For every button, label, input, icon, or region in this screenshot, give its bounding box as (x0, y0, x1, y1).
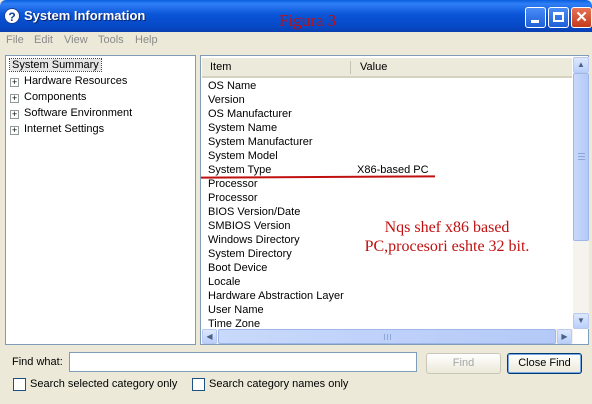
title-bar[interactable]: ? System Information Figura 3 ✕ (0, 0, 592, 32)
table-row[interactable]: User Name (208, 303, 568, 317)
scroll-down-button[interactable]: ▼ (573, 313, 589, 329)
search-category-names-checkbox[interactable]: Search category names only (192, 377, 352, 391)
menu-tools[interactable]: Tools (98, 34, 124, 46)
cell-item: System Model (208, 150, 278, 162)
table-row[interactable]: System Name (208, 121, 568, 135)
cell-item: System Manufacturer (208, 136, 313, 148)
checkbox-box[interactable] (192, 378, 205, 391)
close-find-button[interactable]: Close Find (507, 353, 582, 374)
column-header-item[interactable]: Item (202, 58, 350, 76)
cell-item: Processor (208, 192, 258, 204)
menu-help[interactable]: Help (135, 34, 158, 46)
maximize-icon (553, 12, 564, 22)
expand-icon[interactable]: + (10, 94, 19, 103)
tree-item-internet-settings[interactable]: + Internet Settings (10, 122, 104, 137)
table-row[interactable]: OS Manufacturer (208, 107, 568, 121)
table-row[interactable]: Version (208, 93, 568, 107)
close-icon: ✕ (575, 9, 588, 26)
tree-item-label: Components (24, 91, 87, 103)
list-header: Item Value (202, 58, 572, 78)
grip-line (578, 156, 585, 157)
tree-item-label: Internet Settings (24, 123, 105, 135)
scroll-left-button[interactable]: ◀ (202, 329, 217, 344)
cell-item: System Directory (208, 248, 292, 260)
grip-line (384, 334, 385, 340)
cell-item: Boot Device (208, 262, 268, 274)
horizontal-scroll-thumb[interactable] (218, 329, 556, 344)
details-list[interactable]: Item Value OS Name Version OS Manufacturer… (200, 55, 589, 345)
column-header-value[interactable]: Value (352, 58, 572, 76)
table-row[interactable]: Processor (208, 177, 568, 191)
close-button[interactable]: ✕ (571, 7, 592, 28)
menu-file[interactable]: File (6, 34, 24, 46)
cell-item: BIOS Version/Date (208, 206, 301, 218)
cell-item: System Name (208, 122, 278, 134)
cell-item: User Name (208, 304, 264, 316)
menu-edit[interactable]: Edit (34, 34, 53, 46)
table-row[interactable]: Hardware Abstraction Layer (208, 289, 568, 303)
minimize-icon (531, 20, 539, 23)
tree-item-system-summary[interactable]: System Summary (9, 58, 102, 73)
find-button[interactable]: Find (426, 353, 501, 374)
expand-icon[interactable]: + (10, 126, 19, 135)
horizontal-scrollbar[interactable]: ◀ ▶ (202, 329, 573, 344)
cell-item: Hardware Abstraction Layer (208, 290, 344, 302)
table-row[interactable]: System Manufacturer (208, 135, 568, 149)
scroll-right-button[interactable]: ▶ (557, 329, 572, 344)
annotation-note: Nqs shef x86 based PC,procesori eshte 32… (364, 219, 530, 255)
cell-item: SMBIOS Version (208, 220, 291, 232)
find-input[interactable] (69, 352, 417, 372)
tree-item-components[interactable]: + Components (10, 90, 86, 105)
grip-line (387, 334, 388, 340)
cell-item: Processor (208, 178, 258, 190)
tree-item-hardware-resources[interactable]: + Hardware Resources (10, 74, 127, 89)
grip-line (578, 153, 585, 154)
grip-line (578, 159, 585, 160)
tree-item-software-environment[interactable]: + Software Environment (10, 106, 132, 121)
table-row[interactable]: Processor (208, 191, 568, 205)
annotation-figure-label: Figura 3 (279, 11, 337, 30)
checkbox-label: Search category names only (209, 378, 349, 390)
search-selected-category-checkbox[interactable]: Search selected category only (13, 377, 188, 391)
vertical-scrollbar[interactable]: ▲ ▼ (573, 57, 589, 329)
cell-item: System Type (208, 164, 272, 176)
tree-item-label: Hardware Resources (24, 75, 128, 87)
expand-icon[interactable]: + (10, 110, 19, 119)
tree-item-label: System Summary (9, 58, 102, 72)
vertical-scroll-thumb[interactable] (573, 73, 589, 241)
find-label: Find what: (12, 356, 63, 368)
table-row[interactable]: OS Name (208, 79, 568, 93)
checkbox-box[interactable] (13, 378, 26, 391)
table-row[interactable]: Locale (208, 275, 568, 289)
window-title: System Information (24, 8, 146, 23)
cell-item: Windows Directory (208, 234, 300, 246)
menu-view[interactable]: View (64, 34, 88, 46)
maximize-button[interactable] (548, 7, 569, 28)
table-row[interactable]: Boot Device (208, 261, 568, 275)
menu-bar: File Edit View Tools Help (0, 32, 592, 50)
minimize-button[interactable] (525, 7, 546, 28)
question-mark-icon: ? (4, 8, 20, 24)
cell-item: OS Manufacturer (208, 108, 292, 120)
category-tree[interactable]: System Summary + Hardware Resources + Comp… (5, 55, 196, 345)
table-row[interactable]: BIOS Version/Date (208, 205, 568, 219)
tree-item-label: Software Environment (24, 107, 133, 119)
grip-line (390, 334, 391, 340)
cell-item: OS Name (208, 80, 257, 92)
table-row[interactable]: System Model (208, 149, 568, 163)
cell-item: Version (208, 94, 245, 106)
checkbox-label: Search selected category only (30, 378, 178, 390)
column-divider[interactable] (350, 61, 351, 74)
expand-icon[interactable]: + (10, 78, 19, 87)
cell-item: Locale (208, 276, 241, 288)
scroll-up-button[interactable]: ▲ (573, 57, 589, 73)
